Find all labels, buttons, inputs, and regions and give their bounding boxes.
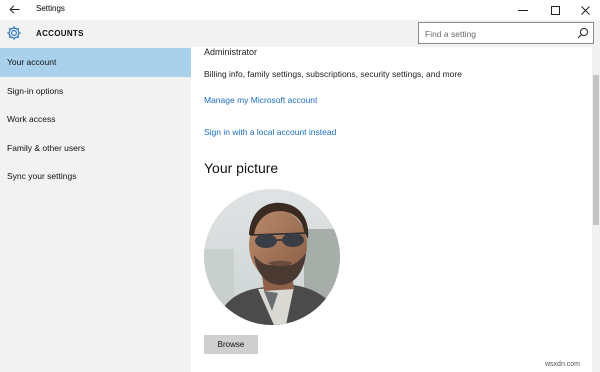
title-bar: Settings bbox=[0, 0, 600, 20]
sidebar-item-work-access[interactable]: Work access bbox=[0, 105, 191, 134]
close-icon bbox=[580, 5, 590, 15]
maximize-button[interactable] bbox=[540, 0, 570, 20]
section-header: ACCOUNTS bbox=[0, 20, 191, 47]
section-title: ACCOUNTS bbox=[36, 29, 84, 38]
sidebar-item-label: Your account bbox=[7, 57, 57, 68]
browse-button[interactable]: Browse bbox=[204, 335, 258, 354]
account-type: Administrator bbox=[204, 47, 258, 57]
search-icon[interactable] bbox=[577, 27, 589, 39]
local-account-link[interactable]: Sign in with a local account instead bbox=[204, 127, 336, 137]
minimize-button[interactable] bbox=[508, 0, 538, 20]
close-button[interactable] bbox=[570, 0, 600, 20]
sidebar-item-label: Sync your settings bbox=[7, 171, 77, 182]
back-button[interactable] bbox=[4, 1, 24, 18]
sidebar-nav: Your account Sign-in options Work access… bbox=[0, 48, 191, 191]
gear-icon bbox=[7, 26, 21, 40]
minimize-icon bbox=[518, 10, 528, 11]
sidebar-item-your-account[interactable]: Your account bbox=[0, 48, 191, 77]
profile-picture bbox=[204, 189, 340, 325]
scrollbar[interactable] bbox=[592, 47, 600, 372]
sidebar-item-label: Work access bbox=[7, 114, 56, 125]
sidebar-item-sign-in-options[interactable]: Sign-in options bbox=[0, 77, 191, 106]
picture-heading: Your picture bbox=[204, 160, 279, 176]
sidebar-item-sync-settings[interactable]: Sync your settings bbox=[0, 162, 191, 191]
maximize-icon bbox=[550, 5, 560, 15]
avatar bbox=[204, 189, 340, 325]
billing-description: Billing info, family settings, subscript… bbox=[204, 69, 462, 79]
manage-microsoft-account-link[interactable]: Manage my Microsoft account bbox=[204, 95, 317, 105]
search-input[interactable]: Find a setting bbox=[418, 22, 594, 44]
main-content: Administrator Billing info, family setti… bbox=[191, 47, 592, 372]
watermark: wsxdn.com bbox=[545, 361, 581, 368]
window-title: Settings bbox=[36, 4, 65, 13]
back-arrow-icon bbox=[8, 5, 19, 14]
search-placeholder: Find a setting bbox=[425, 29, 477, 39]
sidebar-item-label: Family & other users bbox=[7, 142, 85, 153]
scroll-thumb[interactable] bbox=[593, 75, 599, 225]
sidebar-item-family-other-users[interactable]: Family & other users bbox=[0, 134, 191, 163]
sidebar: ACCOUNTS Your account Sign-in options Wo… bbox=[0, 20, 191, 372]
sidebar-item-label: Sign-in options bbox=[7, 85, 64, 96]
